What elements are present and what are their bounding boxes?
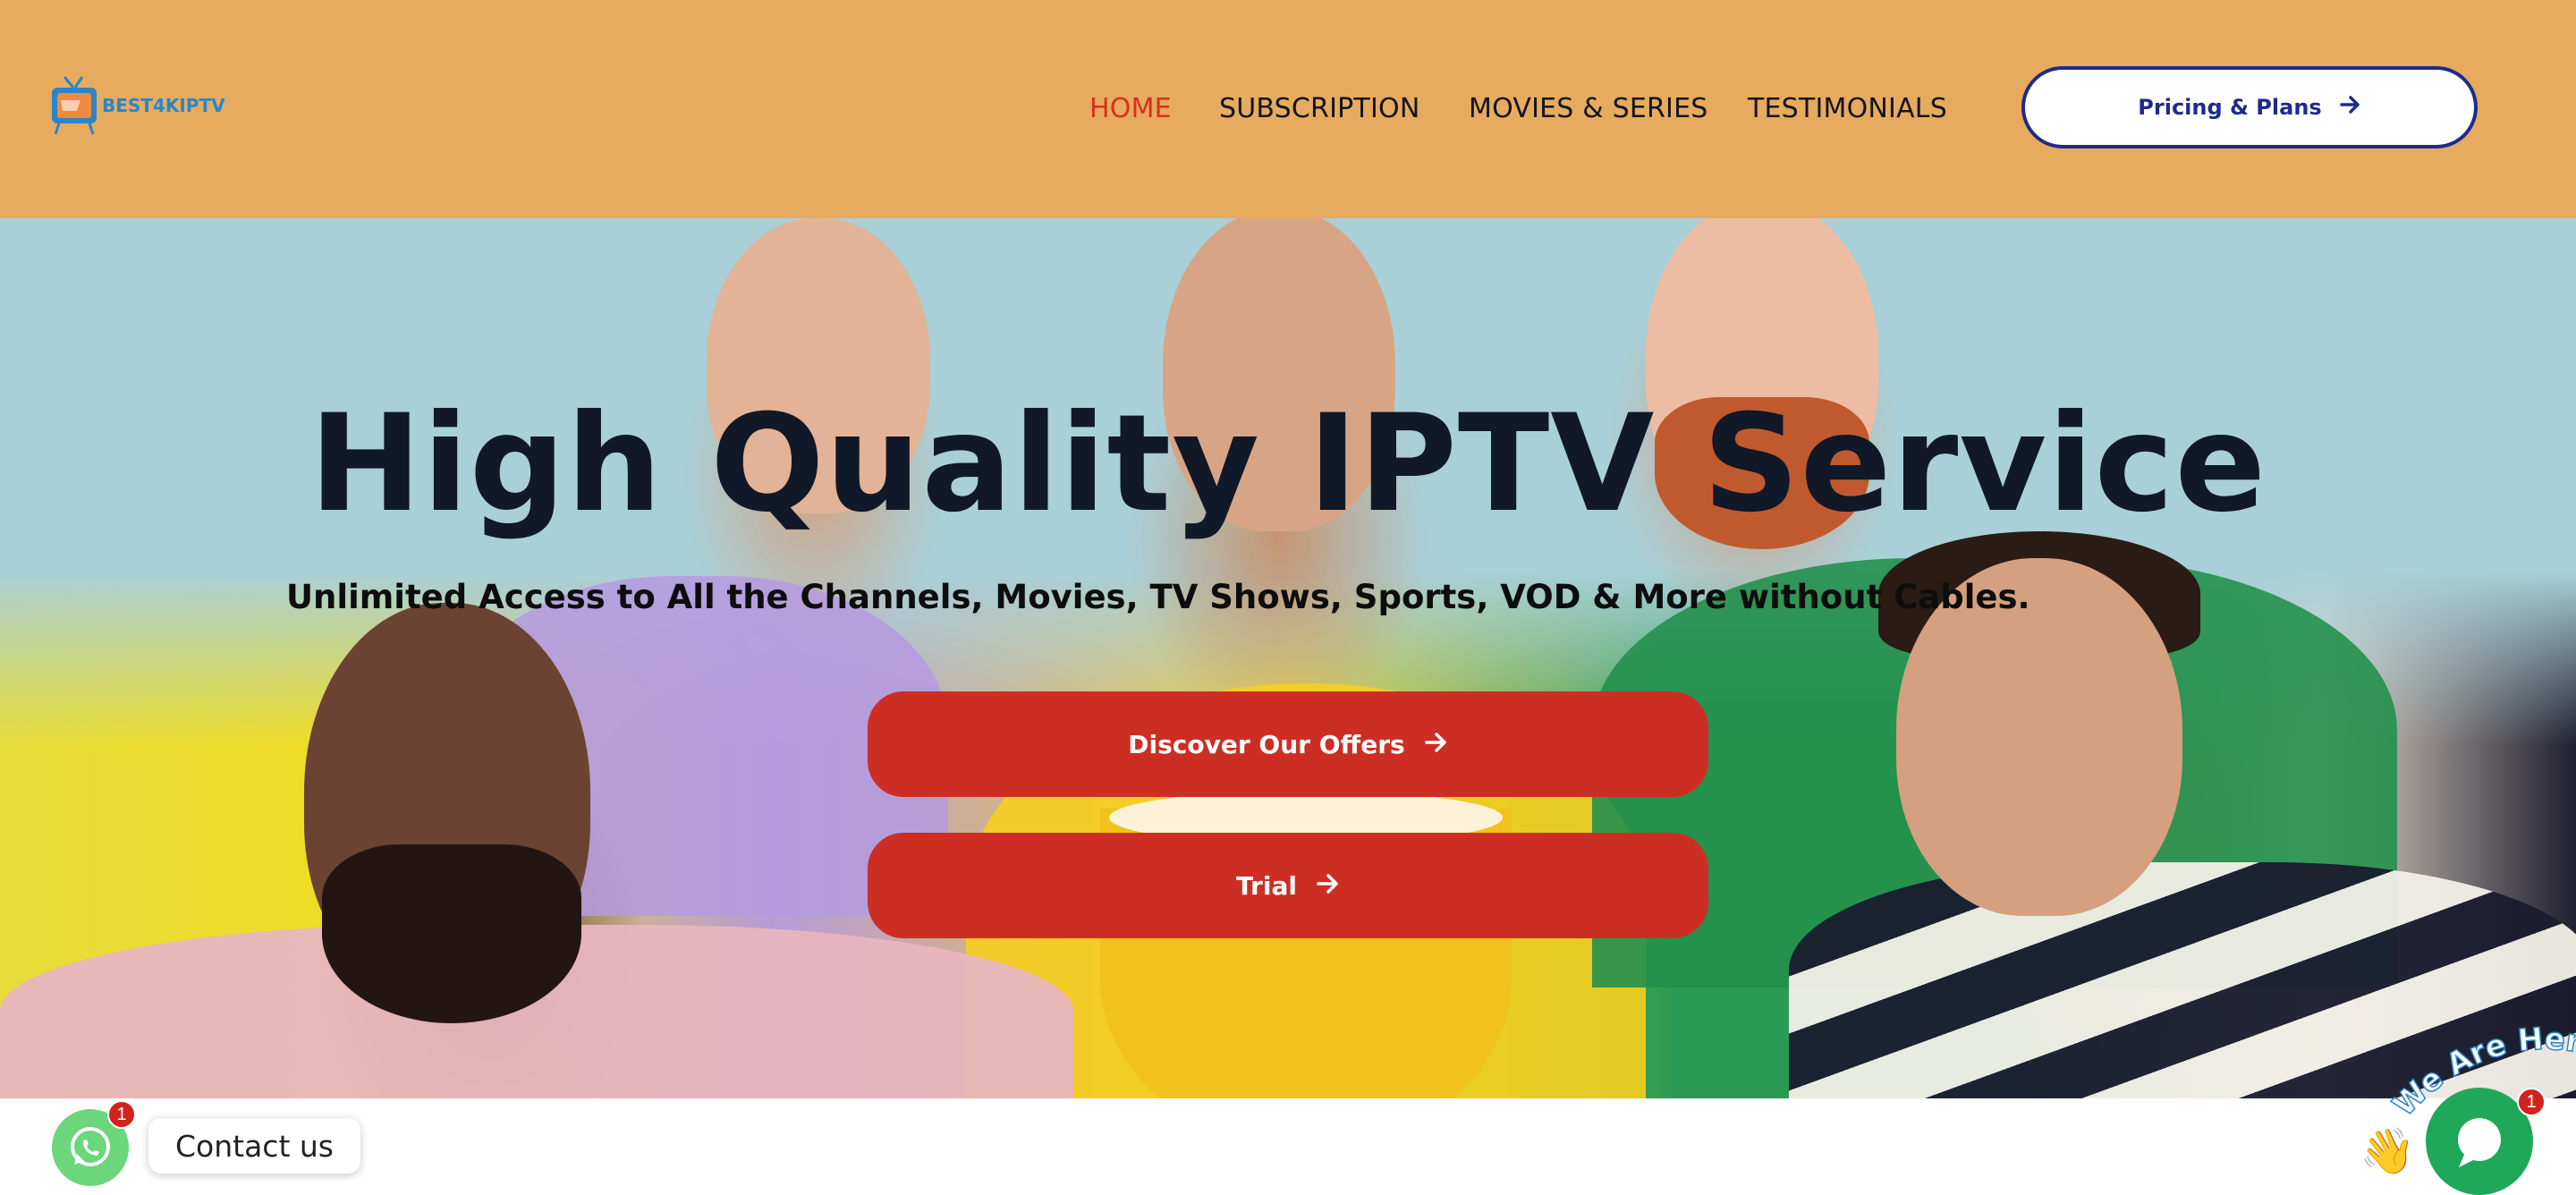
nav-testimonials[interactable]: TESTIMONIALS bbox=[1748, 93, 1947, 124]
trial-button[interactable]: Trial bbox=[868, 833, 1708, 938]
site-header: BEST4KIPTV HOME SUBSCRIPTION MOVIES & SE… bbox=[0, 0, 2576, 218]
whatsapp-icon bbox=[71, 1127, 110, 1166]
hero-section: High Quality IPTV Service Unlimited Acce… bbox=[0, 218, 2576, 1098]
arrow-right-icon bbox=[2339, 95, 2361, 120]
contact-us-label[interactable]: Contact us bbox=[148, 1118, 360, 1174]
nav-subscription[interactable]: SUBSCRIPTION bbox=[1219, 93, 1419, 124]
nav-movies-series[interactable]: MOVIES & SERIES bbox=[1469, 93, 1708, 124]
trial-label: Trial bbox=[1236, 870, 1297, 901]
hero-subtitle: Unlimited Access to All the Channels, Mo… bbox=[286, 578, 2030, 616]
arrow-right-icon bbox=[1424, 730, 1448, 759]
whatsapp-notification-badge: 1 bbox=[107, 1100, 136, 1129]
discover-offers-button[interactable]: Discover Our Offers bbox=[868, 691, 1708, 797]
site-logo[interactable]: BEST4KIPTV bbox=[50, 72, 225, 140]
live-chat-widget[interactable]: We Are Here! 👋 1 bbox=[2343, 1020, 2576, 1195]
discover-offers-label: Discover Our Offers bbox=[1128, 729, 1405, 759]
nav-home[interactable]: HOME bbox=[1089, 93, 1172, 124]
waving-hand-icon: 👋 bbox=[2360, 1126, 2416, 1176]
pricing-button-label: Pricing & Plans bbox=[2138, 95, 2322, 120]
hero-photo-beard bbox=[322, 844, 581, 1023]
hero-title: High Quality IPTV Service bbox=[309, 386, 2267, 542]
chat-bubble-icon bbox=[2458, 1118, 2501, 1167]
chat-notification-badge: 1 bbox=[2517, 1088, 2546, 1116]
pricing-plans-button[interactable]: Pricing & Plans bbox=[2021, 66, 2478, 148]
arrow-right-icon bbox=[1317, 871, 1340, 901]
contact-us-text: Contact us bbox=[175, 1128, 334, 1164]
tv-logo-icon bbox=[52, 76, 97, 135]
logo-text: BEST4KIPTV bbox=[102, 95, 225, 116]
